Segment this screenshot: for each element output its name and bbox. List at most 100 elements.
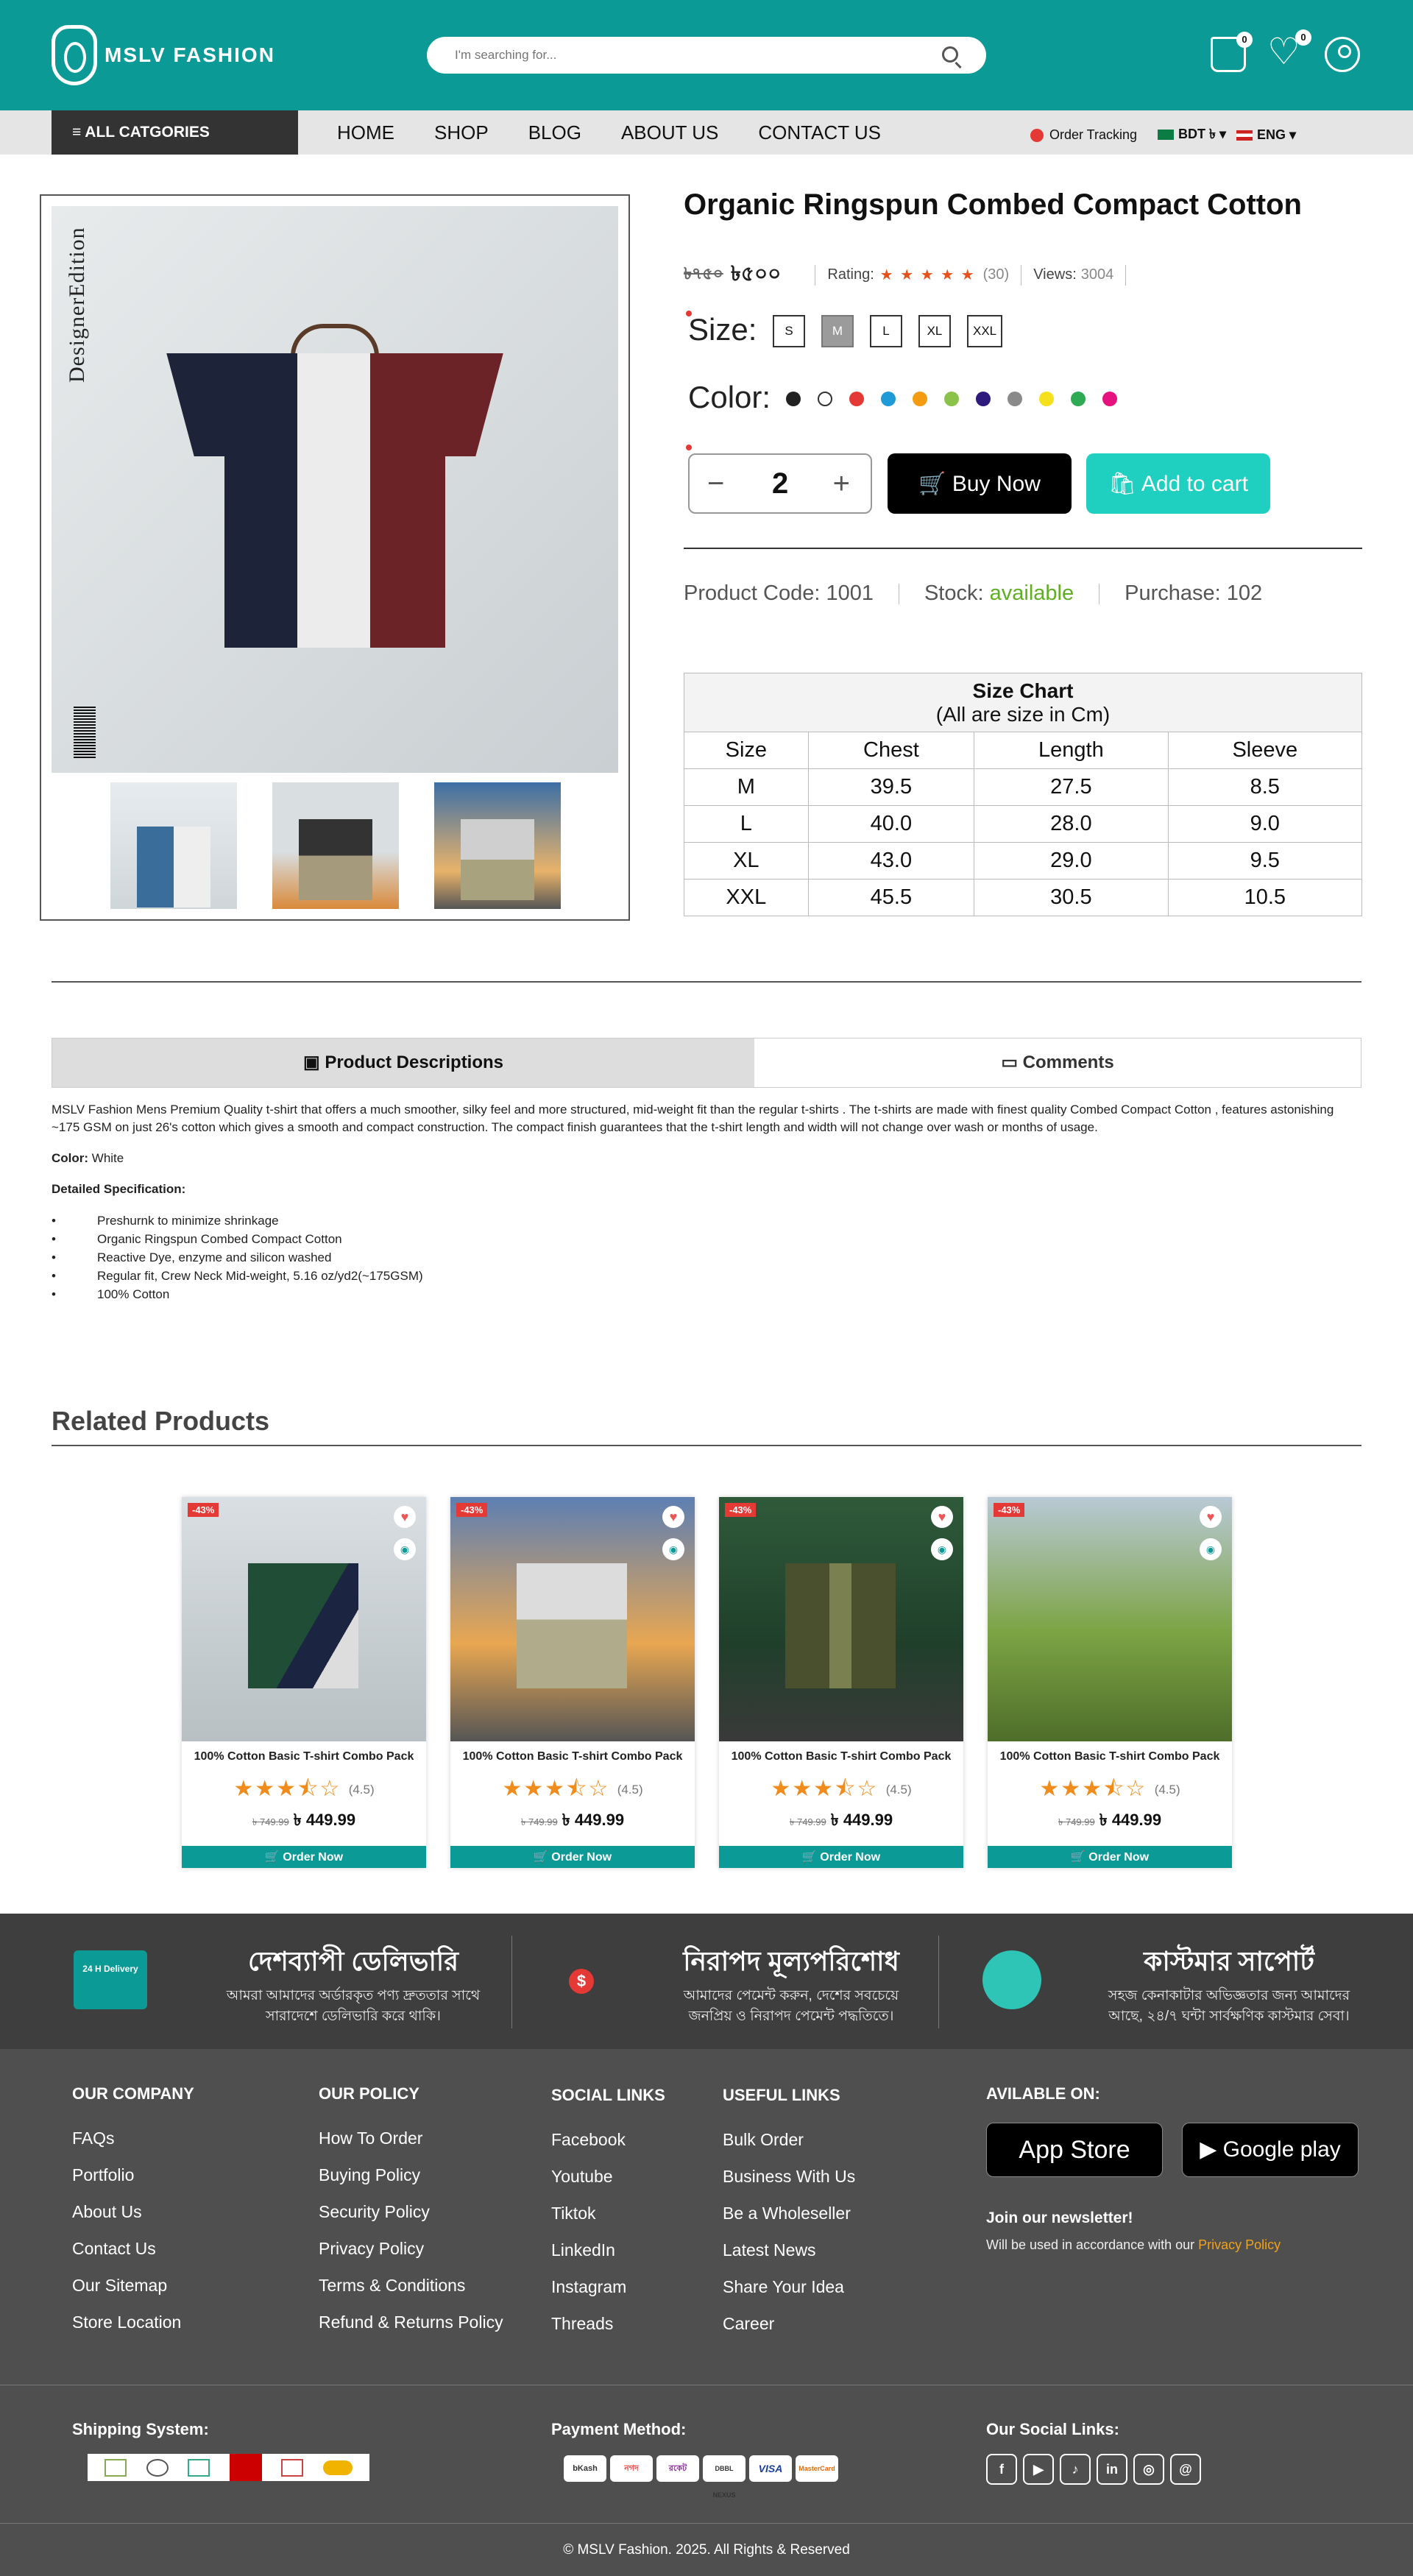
divider <box>938 1936 939 2028</box>
footer-link[interactable]: About Us <box>72 2193 194 2230</box>
footer-link[interactable]: Be a Wholeseller <box>723 2195 855 2232</box>
product-card-name[interactable]: 100% Cotton Basic T-shirt Combo Pack <box>182 1750 426 1763</box>
product-card[interactable]: -43% ♥ ◉ 100% Cotton Basic T-shirt Combo… <box>988 1497 1232 1868</box>
cart-icon[interactable]: 0 <box>1211 32 1253 72</box>
wishlist-heart-icon[interactable]: 0 <box>1267 29 1311 72</box>
footer-link[interactable]: LinkedIn <box>551 2232 665 2268</box>
color-swatch-4[interactable] <box>881 392 896 406</box>
order-now-button[interactable]: 🛒 Order Now <box>182 1846 426 1868</box>
color-swatch-1[interactable] <box>786 392 801 406</box>
footer-link[interactable]: Buying Policy <box>319 2156 503 2193</box>
footer-link[interactable]: Security Policy <box>319 2193 503 2230</box>
wishlist-heart-icon[interactable]: ♥ <box>662 1506 684 1528</box>
buy-now-button[interactable]: 🛒 Buy Now <box>888 453 1072 514</box>
footer-link[interactable]: Refund & Returns Policy <box>319 2304 503 2340</box>
footer-link[interactable]: Threads <box>551 2305 665 2342</box>
wishlist-heart-icon[interactable]: ♥ <box>931 1506 953 1528</box>
quantity-value[interactable]: 2 <box>772 465 788 502</box>
wishlist-heart-icon[interactable]: ♥ <box>394 1506 416 1528</box>
footer-link[interactable]: Career <box>723 2305 855 2342</box>
instagram-icon[interactable]: ◎ <box>1133 2454 1164 2485</box>
color-swatch-6[interactable] <box>944 392 959 406</box>
footer-link[interactable]: How To Order <box>319 2120 503 2156</box>
google-play-badge[interactable]: ▶ Google play <box>1182 2123 1359 2177</box>
footer-link[interactable]: Share Your Idea <box>723 2268 855 2305</box>
size-option-l[interactable]: L <box>870 315 902 347</box>
product-card[interactable]: -43% ♥ ◉ 100% Cotton Basic T-shirt Combo… <box>719 1497 963 1868</box>
color-swatch-7[interactable] <box>976 392 991 406</box>
nav-blog[interactable]: BLOG <box>528 110 581 155</box>
footer-link[interactable]: Portfolio <box>72 2156 194 2193</box>
privacy-policy-link[interactable]: Privacy Policy <box>1198 2237 1281 2252</box>
tab-product-descriptions[interactable]: ▣ Product Descriptions <box>52 1038 754 1087</box>
nav-shop[interactable]: SHOP <box>434 110 489 155</box>
order-now-button[interactable]: 🛒 Order Now <box>988 1846 1232 1868</box>
quantity-increase-button[interactable]: + <box>833 465 850 502</box>
footer-link[interactable]: Tiktok <box>551 2195 665 2232</box>
footer-link[interactable]: Terms & Conditions <box>319 2267 503 2304</box>
product-thumbnail-1[interactable] <box>110 782 237 909</box>
quick-view-eye-icon[interactable]: ◉ <box>394 1538 416 1560</box>
product-main-image[interactable]: DesignerEdition <box>52 206 618 773</box>
footer-link[interactable]: Store Location <box>72 2304 194 2340</box>
product-card-image[interactable] <box>182 1497 426 1741</box>
nav-home[interactable]: HOME <box>337 110 394 155</box>
color-swatch-11[interactable] <box>1102 392 1117 406</box>
product-card[interactable]: -43% ♥ ◉ 100% Cotton Basic T-shirt Combo… <box>182 1497 426 1868</box>
color-swatch-3[interactable] <box>849 392 864 406</box>
size-option-s[interactable]: S <box>773 315 805 347</box>
tiktok-icon[interactable]: ♪ <box>1060 2454 1091 2485</box>
color-swatch-5[interactable] <box>913 392 927 406</box>
product-card-name[interactable]: 100% Cotton Basic T-shirt Combo Pack <box>450 1750 695 1763</box>
language-selector[interactable]: ENG ▾ <box>1236 127 1296 143</box>
product-card-image[interactable] <box>988 1497 1232 1741</box>
product-card-name[interactable]: 100% Cotton Basic T-shirt Combo Pack <box>988 1750 1232 1763</box>
youtube-icon[interactable]: ▶ <box>1023 2454 1054 2485</box>
product-card[interactable]: -43% ♥ ◉ 100% Cotton Basic T-shirt Combo… <box>450 1497 695 1868</box>
size-option-m[interactable]: M <box>821 315 854 347</box>
quick-view-eye-icon[interactable]: ◉ <box>1200 1538 1222 1560</box>
brand-logo[interactable]: MSLV FASHION <box>52 25 275 85</box>
footer-link[interactable]: Contact Us <box>72 2230 194 2267</box>
all-categories-button[interactable]: ≡ ALL CATGORIES <box>52 110 298 155</box>
footer-link[interactable]: Business With Us <box>723 2158 855 2195</box>
order-now-button[interactable]: 🛒 Order Now <box>450 1846 695 1868</box>
product-card-name[interactable]: 100% Cotton Basic T-shirt Combo Pack <box>719 1750 963 1763</box>
product-card-image[interactable] <box>450 1497 695 1741</box>
quick-view-eye-icon[interactable]: ◉ <box>662 1538 684 1560</box>
wishlist-heart-icon[interactable]: ♥ <box>1200 1506 1222 1528</box>
footer-link[interactable]: FAQs <box>72 2120 194 2156</box>
product-thumbnail-3[interactable] <box>434 782 561 909</box>
footer-link[interactable]: Facebook <box>551 2121 665 2158</box>
quick-view-eye-icon[interactable]: ◉ <box>931 1538 953 1560</box>
footer-link[interactable]: Instagram <box>551 2268 665 2305</box>
product-thumbnail-2[interactable] <box>272 782 399 909</box>
color-swatch-8[interactable] <box>1007 392 1022 406</box>
footer-link[interactable]: Privacy Policy <box>319 2230 503 2267</box>
order-tracking-link[interactable]: Order Tracking <box>1030 127 1147 143</box>
color-swatch-2[interactable] <box>818 392 832 406</box>
nav-about-us[interactable]: ABOUT US <box>621 110 718 155</box>
footer-link[interactable]: Latest News <box>723 2232 855 2268</box>
size-option-xl[interactable]: XL <box>918 315 951 347</box>
threads-icon[interactable]: @ <box>1170 2454 1201 2485</box>
currency-selector[interactable]: BDT ৳ ▾ <box>1158 124 1226 146</box>
add-to-cart-button[interactable]: 🛍 Add to cart <box>1086 453 1270 514</box>
order-now-button[interactable]: 🛒 Order Now <box>719 1846 963 1868</box>
footer-link[interactable]: Bulk Order <box>723 2121 855 2158</box>
product-card-image[interactable] <box>719 1497 963 1741</box>
quantity-decrease-button[interactable]: − <box>707 465 724 502</box>
search-input[interactable] <box>455 37 926 74</box>
footer-link[interactable]: Our Sitemap <box>72 2267 194 2304</box>
search-icon[interactable] <box>942 46 958 63</box>
size-option-xxl[interactable]: XXL <box>967 315 1003 347</box>
color-swatch-9[interactable] <box>1039 392 1054 406</box>
color-swatch-10[interactable] <box>1071 392 1086 406</box>
facebook-icon[interactable]: f <box>986 2454 1017 2485</box>
tab-comments[interactable]: ▭ Comments <box>754 1038 1361 1087</box>
footer-link[interactable]: Youtube <box>551 2158 665 2195</box>
nav-contact-us[interactable]: CONTACT US <box>758 110 881 155</box>
linkedin-icon[interactable]: in <box>1097 2454 1127 2485</box>
user-account-icon[interactable] <box>1325 37 1360 72</box>
app-store-badge[interactable]: App Store <box>986 2123 1163 2177</box>
